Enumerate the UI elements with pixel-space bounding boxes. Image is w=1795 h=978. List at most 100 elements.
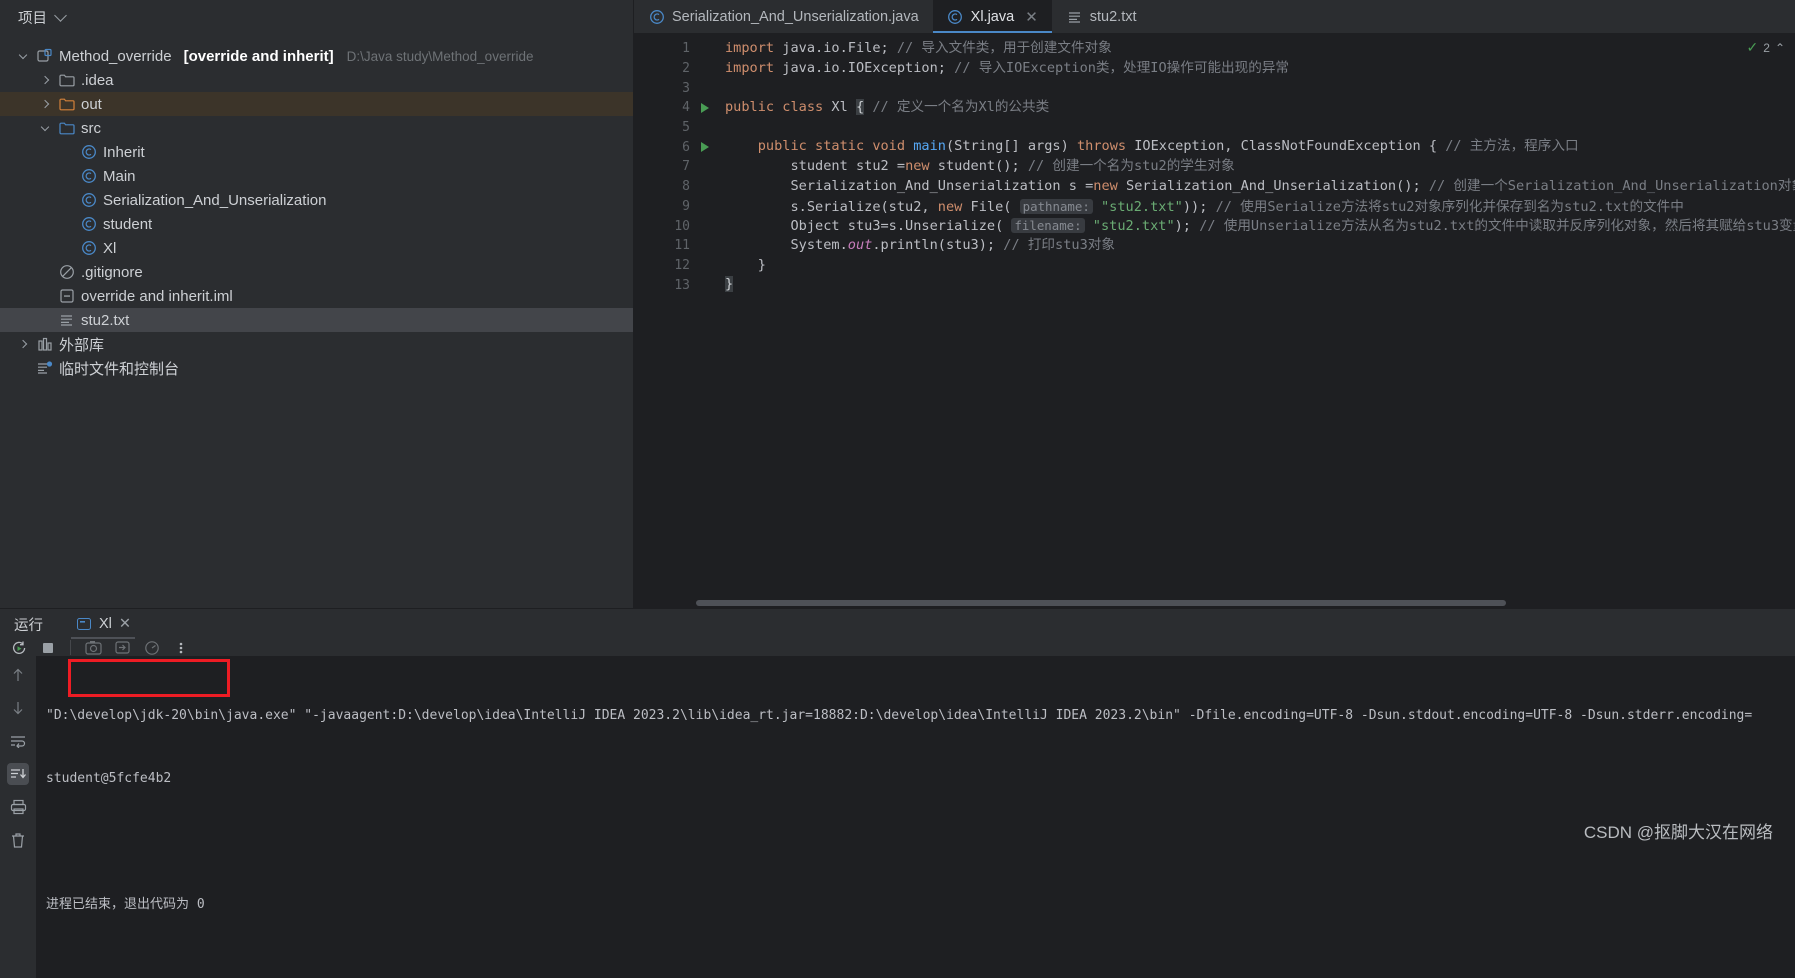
tree-item-label: Main [103, 167, 136, 185]
tree-item--gitignore[interactable]: .gitignore [0, 260, 633, 284]
editor-tab-label: stu2.txt [1089, 8, 1137, 25]
run-gutter-slot [696, 197, 713, 217]
editor-tabstrip[interactable]: Serialization_And_Unserialization.java Xl… [634, 0, 1795, 33]
run-toolbar[interactable] [0, 639, 1795, 656]
scroll-down-icon[interactable] [7, 697, 29, 719]
editor-tab-label: Xl.java [970, 8, 1015, 25]
code-line: public class Xl { // 定义一个名为Xl的公共类 [725, 98, 1795, 118]
code-line: import java.io.File; // 导入文件类，用于创建文件对象 [725, 39, 1795, 59]
code-token: // 使用Serialize方法将stu2对象序列化并保存到名为stu2.txt… [1215, 198, 1684, 215]
run-line-icon[interactable] [696, 137, 713, 157]
chevron-down-icon[interactable] [54, 8, 67, 22]
code-token: // 打印stu3对象 [1003, 236, 1115, 253]
chevron-up-icon[interactable]: ⌃ [1775, 41, 1785, 55]
code-content[interactable]: import java.io.File; // 导入文件类，用于创建文件对象 im… [713, 33, 1795, 608]
tree-arrow-placeholder [60, 188, 74, 212]
stop-icon[interactable] [39, 639, 56, 656]
inspection-widget[interactable]: ✓ 2 ⌃ [1747, 39, 1785, 56]
close-icon[interactable]: ✕ [1025, 8, 1038, 26]
editor-tab-serialization_and_unserialization-java[interactable]: Serialization_And_Unserialization.java [634, 0, 933, 33]
console-output[interactable]: "D:\develop\jdk-20\bin\java.exe" "-javaa… [36, 656, 1795, 978]
run-tabstrip: 运行 Xl ✕ [0, 609, 1795, 639]
run-config-label: Xl [99, 616, 112, 632]
console-line: student@5fcfe4b2 [46, 771, 172, 786]
code-line: Object stu3=s.Unserialize( filename: "st… [725, 216, 1795, 236]
tree-item-xl[interactable]: Xl [0, 236, 633, 260]
tree-arrow-placeholder [16, 356, 30, 380]
tree-item-src[interactable]: src [0, 116, 633, 140]
tree-disclosure-arrow-icon[interactable] [16, 44, 30, 68]
tree-item-label: Inherit [103, 143, 145, 161]
tree-item-student[interactable]: student [0, 212, 633, 236]
tree-disclosure-arrow-icon[interactable] [38, 92, 52, 116]
code-token: s.Serialize(stu2, [725, 198, 938, 215]
clear-all-icon[interactable] [7, 829, 29, 851]
tree-item-serialization_and_unserialization[interactable]: Serialization_And_Unserialization [0, 188, 633, 212]
profiler-icon[interactable] [143, 639, 160, 656]
tree-item-label: Xl [103, 239, 117, 257]
rerun-icon[interactable] [10, 639, 27, 656]
code-token: Serialization_And_Unserialization(); [1117, 177, 1429, 194]
tree-arrow-placeholder [38, 284, 52, 308]
text-file-icon [1066, 8, 1083, 25]
console-side-toolbar[interactable] [0, 656, 36, 978]
more-options-icon[interactable] [172, 639, 189, 656]
run-config-tab[interactable]: Xl ✕ [65, 609, 141, 639]
editor-tab-xl-java[interactable]: Xl.java ✕ [932, 0, 1052, 33]
tree-item-method_override[interactable]: Method_override [override and inherit] D:\… [0, 44, 633, 68]
camera-icon[interactable] [85, 639, 102, 656]
code-token: throws [1076, 138, 1127, 155]
editor-tab-stu2-txt[interactable]: stu2.txt [1052, 0, 1151, 33]
close-icon[interactable]: ✕ [119, 616, 131, 632]
run-gutter-slot [696, 275, 713, 295]
project-tree[interactable]: Method_override [override and inherit] D:\… [0, 34, 633, 380]
scroll-up-icon[interactable] [7, 664, 29, 686]
tree-arrow-placeholder [60, 164, 74, 188]
code-token: } [725, 276, 734, 293]
tree-item-override-and-inherit-iml[interactable]: override and inherit.iml [0, 284, 633, 308]
project-panel-header[interactable]: 项目 [0, 0, 633, 34]
horizontal-scrollbar[interactable] [696, 600, 1506, 606]
code-line: s.Serialize(stu2, new File( pathname: "s… [725, 197, 1795, 217]
code-token: pathname: [1019, 198, 1093, 214]
scroll-to-end-icon[interactable] [7, 763, 29, 785]
line-number: 12 [674, 257, 690, 273]
code-token: { [855, 99, 865, 116]
code-token: ); [1174, 218, 1200, 235]
line-number: 13 [674, 277, 690, 293]
tree-item-main[interactable]: Main [0, 164, 633, 188]
code-token: "stu2.txt" [1100, 198, 1183, 215]
line-number: 7 [682, 159, 690, 175]
tree-item--[interactable]: 临时文件和控制台 [0, 356, 633, 380]
tree-item--[interactable]: 外部库 [0, 332, 633, 356]
tree-item--idea[interactable]: .idea [0, 68, 633, 92]
line-number: 5 [682, 120, 690, 136]
tree-item-label: Serialization_And_Unserialization [103, 191, 327, 209]
soft-wrap-icon[interactable] [7, 730, 29, 752]
java-class-icon [80, 168, 97, 185]
code-line: Serialization_And_Unserialization s =new… [725, 177, 1795, 197]
tree-disclosure-arrow-icon[interactable] [38, 116, 52, 140]
tree-item-inherit[interactable]: Inherit [0, 140, 633, 164]
tree-item-label: out [81, 95, 102, 113]
tree-item-label: src [81, 119, 101, 137]
run-line-icon[interactable] [696, 98, 713, 118]
code-editor[interactable]: 1 2 3 4 5 6 7 8 9 10 11 12 13 import java.io.File; /… [634, 33, 1795, 608]
print-icon[interactable] [7, 796, 29, 818]
tree-item-label: 外部库 [59, 336, 105, 354]
tree-disclosure-arrow-icon[interactable] [38, 68, 52, 92]
run-gutter[interactable] [696, 33, 713, 608]
toolbar-separator [70, 640, 71, 655]
code-token: (String[] args) [946, 138, 1077, 155]
export-icon[interactable] [114, 639, 131, 656]
java-class-icon [80, 144, 97, 161]
code-token: Object stu3=s.Unserialize( [725, 218, 1012, 235]
tree-disclosure-arrow-icon[interactable] [16, 332, 30, 356]
code-token: // 定义一个名为Xl的公共类 [872, 99, 1050, 116]
tree-item-out[interactable]: out [0, 92, 633, 116]
code-line: } [725, 256, 1795, 276]
gitignore-icon [58, 264, 75, 281]
tree-item-stu2-txt[interactable]: stu2.txt [0, 308, 633, 332]
